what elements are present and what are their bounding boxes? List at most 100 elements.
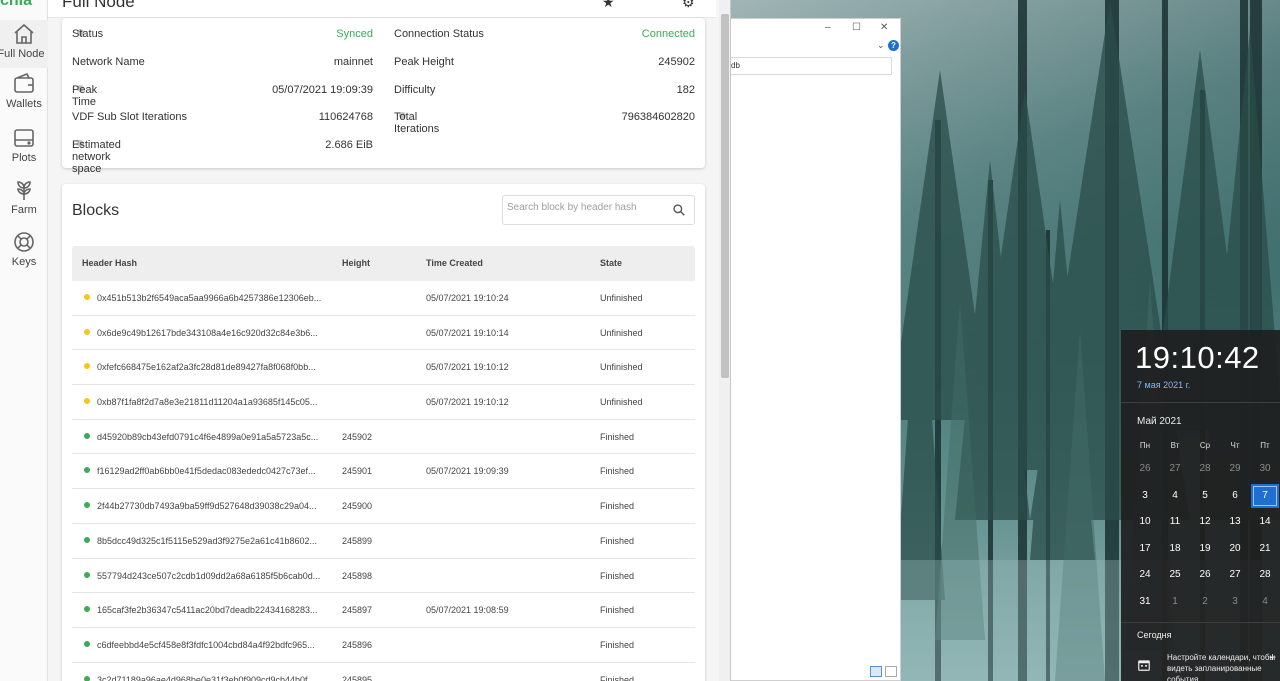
calendar-day[interactable]: 28: [1251, 563, 1279, 587]
calendar-day[interactable]: 1: [1161, 590, 1189, 614]
calendar-day[interactable]: 11: [1161, 510, 1189, 534]
status-row: Peak Time 05/07/2021 19:09:39: [72, 83, 373, 108]
calendar-day[interactable]: 26: [1191, 563, 1219, 587]
table-row[interactable]: 2f44b27730db7493a9ba59ff9d527648d39038c2…: [72, 489, 695, 524]
gear-icon[interactable]: ⚙: [682, 0, 695, 11]
header-hash-link[interactable]: c6dfeebbd4e5cf458e8f3fdfc1004cbd84a4f92b…: [97, 640, 322, 650]
weekday-label: Пт: [1260, 441, 1270, 450]
sidebar-item-farm[interactable]: Farm: [0, 178, 48, 226]
calendar-day[interactable]: 27: [1161, 457, 1189, 481]
maximize-button[interactable]: ☐: [852, 22, 861, 33]
status-value: 110624768: [318, 111, 373, 124]
calendar-day[interactable]: 26: [1131, 457, 1159, 481]
details-view-icon[interactable]: [870, 666, 882, 677]
chevron-down-icon[interactable]: ⌄: [877, 40, 885, 51]
calendar-day[interactable]: 5: [1191, 484, 1219, 508]
calendar-day[interactable]: 29: [1221, 457, 1249, 481]
finished-status-dot: [84, 675, 90, 681]
clock-date[interactable]: 7 мая 2021 г.: [1137, 380, 1190, 390]
header-hash-link[interactable]: 0xb87f1fa8f2d7a8e3e21811d11204a1a93685f1…: [97, 397, 322, 407]
main-content: Status Synced Network Name mainnet Peak Time…: [48, 18, 718, 681]
table-row[interactable]: 557794d243ce507c2cdb1d09dd2a68a6185f5b6c…: [72, 559, 695, 594]
calendar-day[interactable]: 19: [1191, 537, 1219, 561]
calendar-day[interactable]: 27: [1221, 563, 1249, 587]
calendar-day[interactable]: 4: [1161, 484, 1189, 508]
calendar-day[interactable]: 28: [1191, 457, 1219, 481]
status-value: 2.686 EiB: [325, 139, 373, 152]
calendar-day[interactable]: 13: [1221, 510, 1249, 534]
calendar-day[interactable]: 3: [1221, 590, 1249, 614]
calendar-day[interactable]: 6: [1221, 484, 1249, 508]
large-icons-view-icon[interactable]: [885, 666, 897, 677]
search-input[interactable]: [507, 202, 665, 213]
add-event-button[interactable]: +: [1269, 650, 1276, 664]
header-hash-link[interactable]: 2f44b27730db7493a9ba59ff9d527648d39038c2…: [97, 501, 322, 511]
header-hash-link[interactable]: d45920b89cb43efd0791c4f6e4899a0e91a5a572…: [97, 432, 322, 442]
table-row[interactable]: 3c2d71189a96ae4d968be0e31f3eb0f909cd9cb4…: [72, 663, 695, 681]
blocks-card: Blocks Header Hash Height Time Created S…: [62, 184, 705, 681]
block-search[interactable]: [502, 195, 695, 225]
sidebar-item-label: Full Node: [0, 48, 45, 60]
column-header-height[interactable]: Height: [342, 258, 370, 268]
header-hash-link[interactable]: 0x6de9c49b12617bde343108a4e16c920d32c84e…: [97, 328, 322, 338]
calendar-day[interactable]: 12: [1191, 510, 1219, 534]
table-header: Header Hash Height Time Created State: [72, 246, 695, 281]
column-header-time[interactable]: Time Created: [426, 258, 483, 268]
calendar-day[interactable]: 31: [1131, 590, 1159, 614]
header-hash-link[interactable]: 165caf3fe2b36347c5411ac20bd7deadb2243416…: [97, 605, 322, 615]
minimize-button[interactable]: –: [825, 22, 831, 33]
table-row[interactable]: 0x451b513b2f6549aca5aa9966a6b4257386e123…: [72, 281, 695, 316]
calendar-day[interactable]: 25: [1161, 563, 1189, 587]
calendar-day[interactable]: 30: [1251, 457, 1279, 481]
sidebar-item-keys[interactable]: Keys: [0, 230, 48, 278]
calendar-day[interactable]: 14: [1251, 510, 1279, 534]
table-row[interactable]: d45920b89cb43efd0791c4f6e4899a0e91a5a572…: [72, 420, 695, 455]
weekday-label: Вт: [1170, 441, 1180, 450]
header-hash-link[interactable]: f16129ad2ff0ab6bb0e41f5dedac083ededc0427…: [97, 466, 322, 476]
finished-status-dot: [84, 502, 90, 509]
agenda-hint: Настройте календари, чтобы видеть заплан…: [1167, 653, 1276, 681]
pending-status-dot: [84, 398, 90, 405]
table-row[interactable]: 0xfefc668475e162af2a3fc28d81de89427fa8f0…: [72, 350, 695, 386]
sidebar-item-full-node[interactable]: Full Node: [0, 20, 48, 68]
calendar-day[interactable]: 24: [1131, 563, 1159, 587]
calendar-day[interactable]: 21: [1251, 537, 1279, 561]
header-hash-link[interactable]: 0xfefc668475e162af2a3fc28d81de89427fa8f0…: [97, 362, 322, 372]
calendar-day[interactable]: 17: [1131, 537, 1159, 561]
column-header-state[interactable]: State: [600, 258, 622, 268]
table-row[interactable]: 165caf3fe2b36347c5411ac20bd7deadb2243416…: [72, 593, 695, 628]
column-header-hash[interactable]: Header Hash: [82, 258, 137, 268]
block-height: 245897: [342, 605, 373, 616]
help-icon[interactable]: ?: [888, 40, 899, 51]
table-row[interactable]: 0xb87f1fa8f2d7a8e3e21811d11204a1a93685f1…: [72, 385, 695, 420]
table-row[interactable]: 8b5dcc49d325c1f5115e529ad3f9275e2a61c41b…: [72, 524, 695, 559]
star-icon[interactable]: ★: [602, 0, 615, 11]
page-title: Full Node: [62, 0, 135, 11]
search-icon[interactable]: [672, 203, 686, 217]
header-hash-link[interactable]: 8b5dcc49d325c1f5115e529ad3f9275e2a61c41b…: [97, 536, 322, 546]
status-value: 05/07/2021 19:09:39: [272, 83, 373, 96]
calendar-day[interactable]: 3: [1131, 484, 1159, 508]
table-row[interactable]: c6dfeebbd4e5cf458e8f3fdfc1004cbd84a4f92b…: [72, 628, 695, 663]
block-height: 245899: [342, 535, 373, 546]
scrollbar-thumb[interactable]: [721, 14, 729, 378]
calendar-day[interactable]: 10: [1131, 510, 1159, 534]
block-height: 245896: [342, 639, 373, 650]
calendar-month[interactable]: Май 2021: [1137, 416, 1182, 427]
address-bar[interactable]: db: [731, 57, 892, 75]
close-button[interactable]: ✕: [880, 22, 888, 33]
table-row[interactable]: 0x6de9c49b12617bde343108a4e16c920d32c84e…: [72, 316, 695, 351]
calendar-day[interactable]: 4: [1251, 590, 1279, 614]
scrollbar[interactable]: [719, 0, 730, 681]
calendar-day[interactable]: 18: [1161, 537, 1189, 561]
table-row[interactable]: f16129ad2ff0ab6bb0e41f5dedac083ededc0427…: [72, 454, 695, 490]
header-hash-link[interactable]: 557794d243ce507c2cdb1d09dd2a68a6185f5b6c…: [97, 571, 322, 581]
calendar-day[interactable]: 20: [1221, 537, 1249, 561]
calendar-day-today[interactable]: 7: [1251, 483, 1279, 508]
header-hash-link[interactable]: 3c2d71189a96ae4d968be0e31f3eb0f909cd9cb4…: [97, 675, 322, 681]
calendar-day[interactable]: 2: [1191, 590, 1219, 614]
status-label: Difficulty: [394, 83, 436, 96]
sidebar-item-plots[interactable]: Plots: [0, 126, 48, 174]
sidebar-item-wallets[interactable]: Wallets: [0, 72, 48, 120]
header-hash-link[interactable]: 0x451b513b2f6549aca5aa9966a6b4257386e123…: [97, 293, 322, 303]
